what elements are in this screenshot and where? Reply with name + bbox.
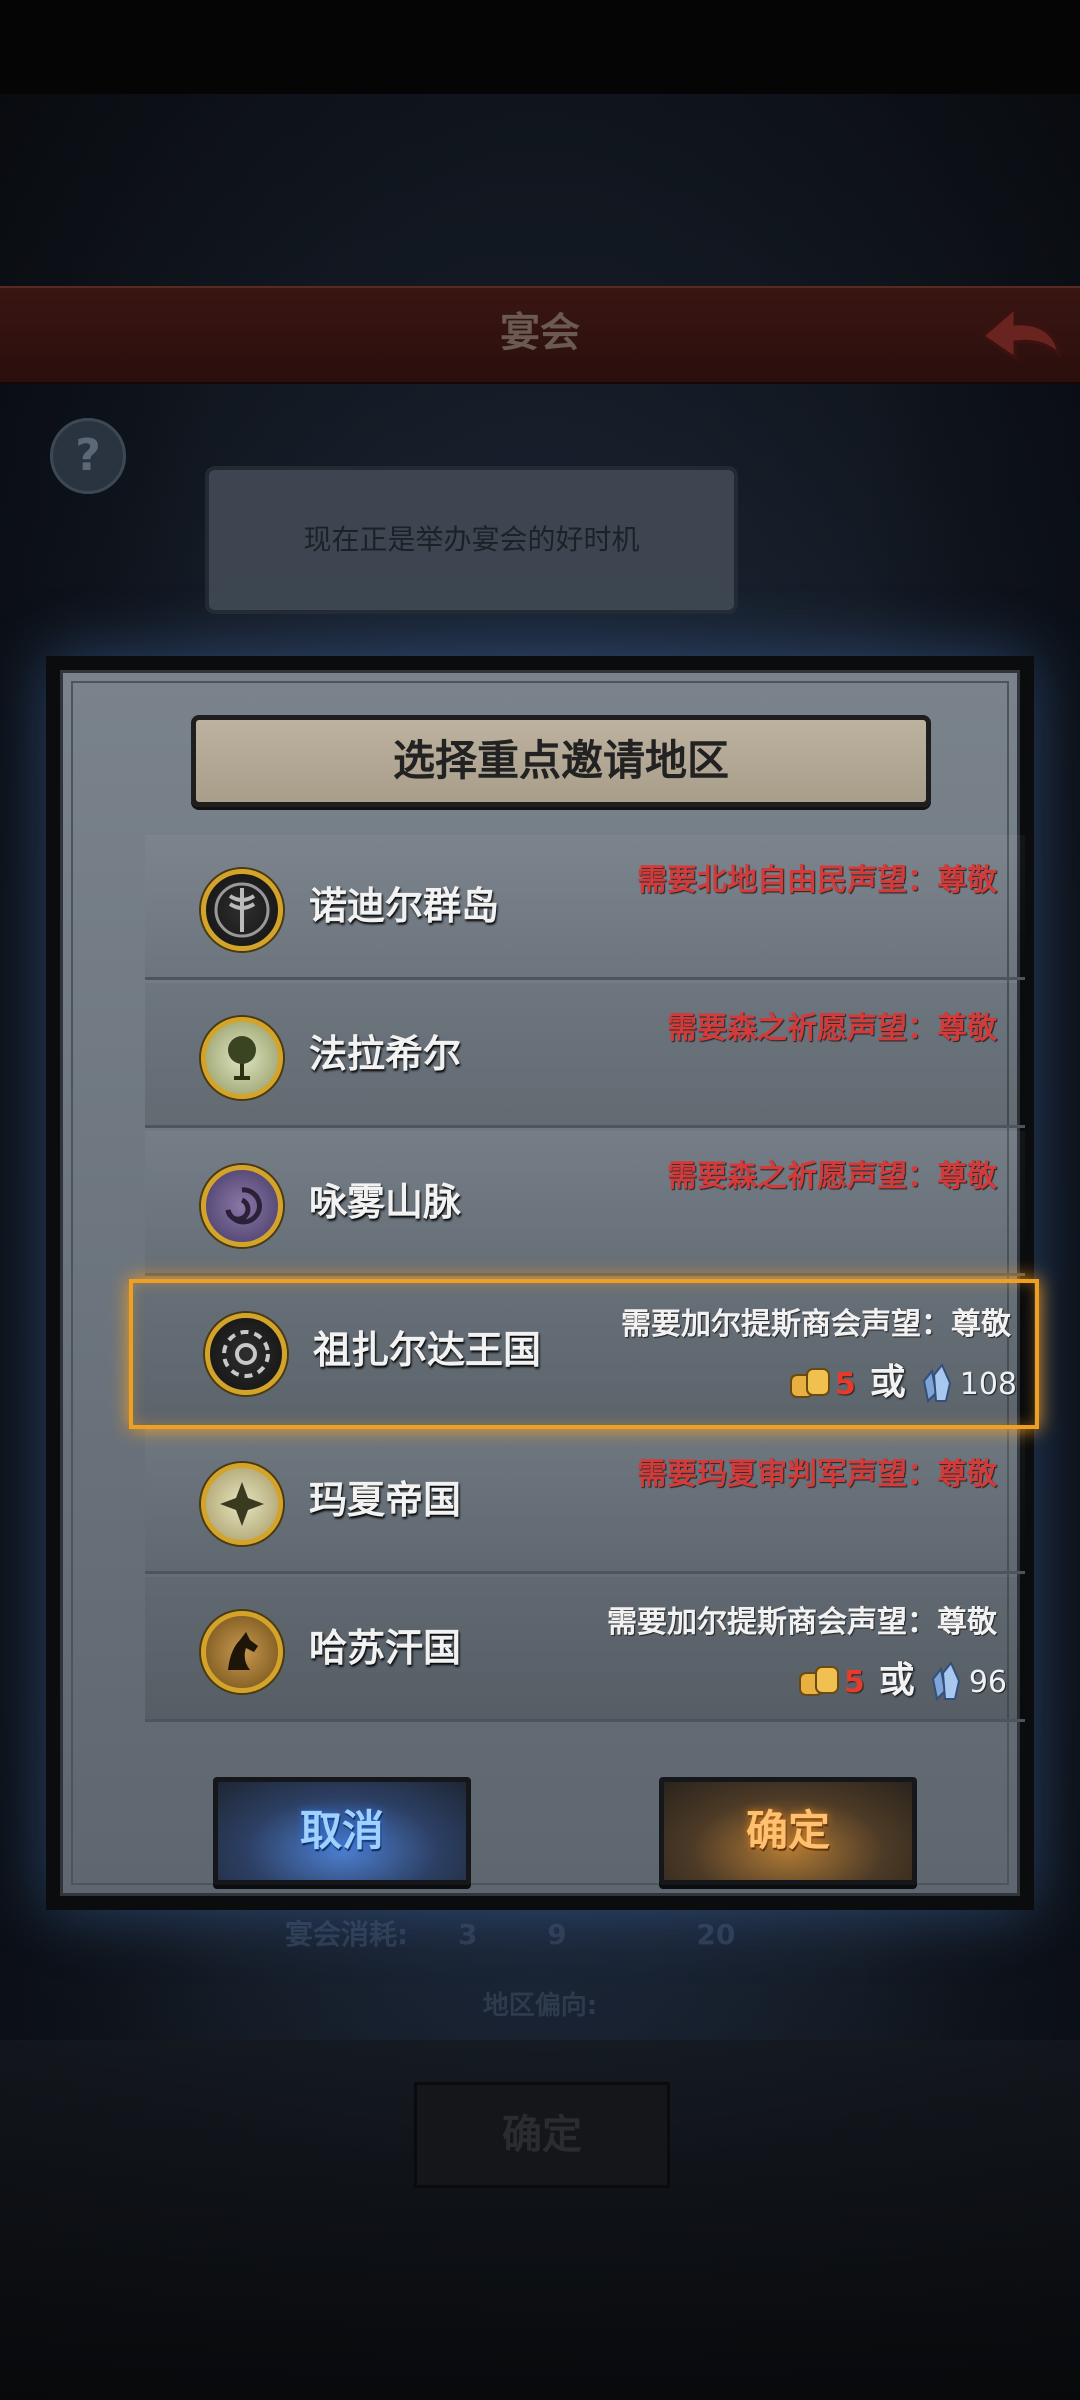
- region-name: 诺迪尔群岛: [309, 884, 500, 928]
- region-name: 祖扎尔达王国: [313, 1328, 542, 1372]
- bread-icon: [789, 1367, 830, 1398]
- back-arrow-icon[interactable]: [975, 296, 1065, 366]
- confirm-button[interactable]: 确定: [659, 1777, 917, 1885]
- wheel-emblem-icon: [205, 1313, 287, 1395]
- region-list: 诺迪尔群岛 需要北地自由民声望：尊敬 法拉希尔 需要森之祈愿声望：尊敬 咏雾山脉…: [129, 835, 1039, 1731]
- crystal-icon: [931, 1660, 960, 1701]
- tree-emblem-icon: [201, 1017, 283, 1099]
- region-name: 玛夏帝国: [309, 1478, 462, 1522]
- cross-emblem-icon: [201, 1463, 283, 1545]
- cost-value: 20: [696, 1918, 736, 1951]
- region-requirement: 需要北地自由民声望：尊敬: [637, 863, 997, 898]
- region-name: 哈苏汗国: [309, 1626, 462, 1670]
- swirl-emblem-icon: [201, 1165, 283, 1247]
- region-requirement: 需要森之祈愿声望：尊敬: [667, 1159, 997, 1194]
- horse-emblem-icon: [201, 1611, 283, 1693]
- region-requirement: 需要森之祈愿声望：尊敬: [667, 1011, 997, 1046]
- crystal-icon: [922, 1362, 951, 1403]
- background-region-label: 地区偏向:: [482, 1991, 598, 2021]
- region-select-dialog: 选择重点邀请地区 诺迪尔群岛 需要北地自由民声望：尊敬 法拉希尔 需要森之祈愿声…: [46, 656, 1039, 1910]
- region-row[interactable]: 法拉希尔 需要森之祈愿声望：尊敬: [145, 983, 1025, 1128]
- cost-label: 宴会消耗:: [285, 1918, 409, 1951]
- dialog-title: 选择重点邀请地区: [392, 736, 729, 785]
- region-requirement: 需要加尔提斯商会声望：尊敬: [621, 1307, 1011, 1342]
- status-bar: [0, 0, 1080, 94]
- background-confirm-button: 确定: [414, 2082, 670, 2188]
- help-icon[interactable]: ?: [50, 418, 126, 494]
- region-row-selected[interactable]: 祖扎尔达王国 需要加尔提斯商会声望：尊敬 5 或 108: [129, 1279, 1039, 1429]
- bread-icon: [798, 1665, 839, 1696]
- crystal-cost: 96: [968, 1665, 1007, 1700]
- speech-bubble: 现在正是举办宴会的好时机: [205, 466, 738, 614]
- cost-value: 3: [457, 1918, 478, 1951]
- region-row[interactable]: 咏雾山脉 需要森之祈愿声望：尊敬: [145, 1131, 1025, 1276]
- bread-cost: 5: [843, 1665, 865, 1700]
- or-label: 或: [869, 1362, 906, 1403]
- title-plate: 选择重点邀请地区: [191, 715, 931, 807]
- region-row[interactable]: 玛夏帝国 需要玛夏审判军声望：尊敬: [145, 1429, 1025, 1574]
- region-row[interactable]: 哈苏汗国 需要加尔提斯商会声望：尊敬 5 或 96: [145, 1577, 1025, 1722]
- region-cost: 5 或 96: [796, 1659, 1007, 1703]
- cancel-button[interactable]: 取消: [213, 1777, 471, 1885]
- region-row[interactable]: 诺迪尔群岛 需要北地自由民声望：尊敬: [145, 835, 1025, 980]
- background-title: 宴会: [500, 310, 580, 356]
- dialog-panel: 选择重点邀请地区 诺迪尔群岛 需要北地自由民声望：尊敬 法拉希尔 需要森之祈愿声…: [60, 670, 1039, 1896]
- region-cost: 5 或 108: [787, 1361, 1017, 1405]
- region-name: 咏雾山脉: [309, 1180, 462, 1224]
- axe-emblem-icon: [201, 869, 283, 951]
- crystal-cost: 108: [959, 1367, 1017, 1402]
- or-label: 或: [878, 1660, 915, 1701]
- region-requirement: 需要玛夏审判军声望：尊敬: [637, 1457, 997, 1492]
- region-name: 法拉希尔: [309, 1032, 462, 1076]
- cost-value: 9: [547, 1918, 567, 1951]
- bread-cost: 5: [834, 1367, 856, 1402]
- region-requirement: 需要加尔提斯商会声望：尊敬: [607, 1605, 997, 1640]
- background-cost-line: 宴会消耗: 3 9 20: [285, 1910, 805, 1960]
